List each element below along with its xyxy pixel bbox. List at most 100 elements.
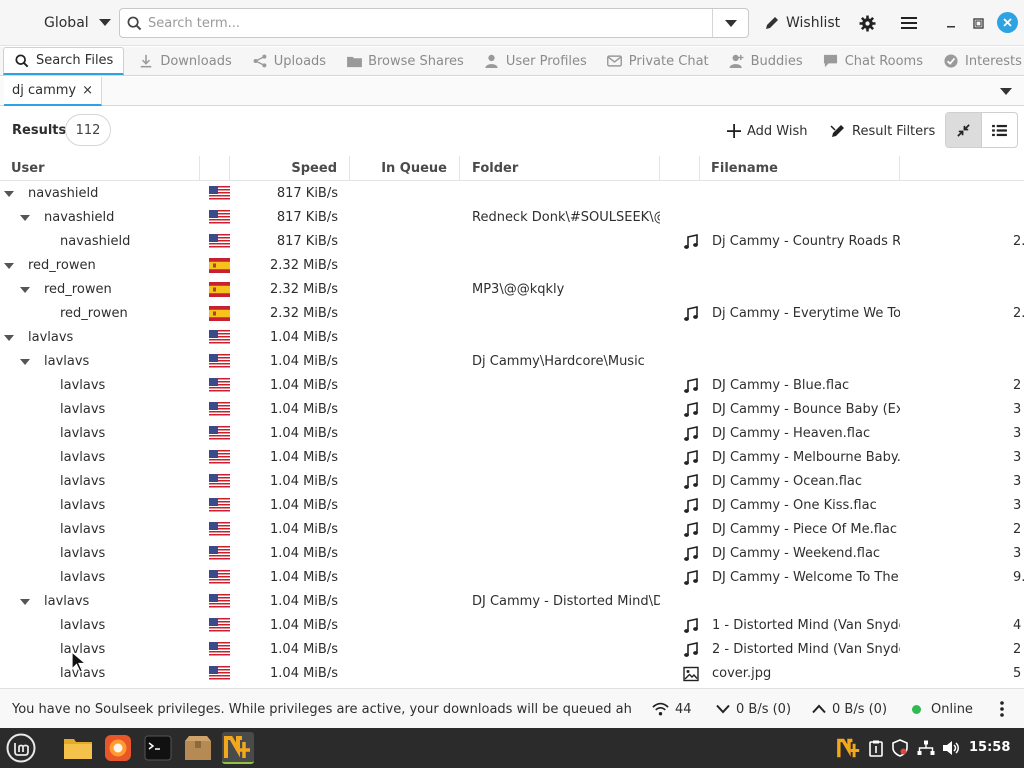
expander-triangle-icon[interactable] — [20, 215, 30, 221]
table-row[interactable]: navashield 817 KiB/s — [0, 182, 1024, 206]
column-header-in-queue[interactable]: In Queue — [350, 156, 460, 181]
row-filename: 2 - Distorted Mind (Van Snyder — [712, 642, 900, 657]
column-header-speed[interactable]: Speed — [230, 156, 350, 181]
gear-icon[interactable] — [852, 8, 882, 38]
nicotine-tray-icon[interactable] — [836, 736, 862, 760]
tab-search-files[interactable]: Search Files — [3, 47, 125, 75]
table-row[interactable]: lavlavs 1.04 MiB/s DJ Cammy - Distorted Mi… — [0, 590, 1024, 614]
column-header-file-type[interactable] — [660, 156, 700, 181]
table-row[interactable]: lavlavs 1.04 MiB/s DJ Cammy - Ocean.flac 3 — [0, 470, 1024, 494]
search-tab-dj-cammy[interactable]: dj cammy × — [4, 77, 103, 106]
column-header-user[interactable]: User — [0, 156, 200, 181]
table-row[interactable]: lavlavs 1.04 MiB/s DJ Cammy - Bounce Baby … — [0, 398, 1024, 422]
wishlist-button[interactable]: Wishlist — [764, 8, 840, 38]
search-history-dropdown[interactable] — [712, 9, 748, 37]
table-row[interactable]: lavlavs 1.04 MiB/s DJ Cammy - Melbourne Ba… — [0, 446, 1024, 470]
country-flag-icon — [209, 186, 230, 201]
taskbar-clock[interactable]: 15:58 — [969, 728, 1010, 768]
firefox-icon[interactable] — [102, 732, 134, 764]
archive-icon[interactable] — [182, 732, 214, 764]
table-row[interactable]: red_rowen 2.32 MiB/s MP3\@@kqkly — [0, 278, 1024, 302]
add-wish-button[interactable]: Add Wish — [727, 119, 808, 143]
hamburger-menu-icon[interactable] — [894, 8, 924, 38]
tab-uploads[interactable]: Uploads — [242, 47, 336, 75]
chevron-down-icon[interactable] — [1000, 88, 1012, 95]
more-options-icon[interactable] — [1000, 689, 1004, 729]
row-size: 3 — [1013, 498, 1022, 513]
close-icon[interactable]: × — [82, 83, 93, 98]
tab-user-profiles[interactable]: User Profiles — [474, 47, 597, 75]
country-flag-icon — [209, 210, 230, 225]
row-user: lavlavs — [28, 330, 74, 345]
country-flag-icon — [209, 354, 230, 369]
row-speed: 1.04 MiB/s — [270, 522, 338, 537]
row-size: 3 — [1013, 546, 1022, 561]
online-status-button[interactable]: Online — [912, 689, 973, 729]
country-flag-icon — [209, 330, 230, 345]
expander-triangle-icon[interactable] — [4, 263, 14, 269]
collapse-view-icon[interactable] — [946, 113, 982, 147]
table-row[interactable]: red_rowen 2.32 MiB/s — [0, 254, 1024, 278]
list-view-icon[interactable] — [982, 113, 1017, 147]
chevron-up-icon — [812, 704, 826, 714]
column-header-filename[interactable]: Filename — [700, 156, 900, 181]
table-row[interactable]: lavlavs 1.04 MiB/s 1 - Distorted Mind (Van… — [0, 614, 1024, 638]
connections-indicator[interactable]: 44 — [652, 689, 692, 729]
tab-buddies[interactable]: Buddies — [719, 47, 813, 75]
nicotine-icon[interactable] — [222, 732, 254, 764]
table-row[interactable]: navashield 817 KiB/s Redneck Donk\#SOULSEE… — [0, 206, 1024, 230]
minimize-icon[interactable] — [936, 8, 966, 38]
table-row[interactable]: lavlavs 1.04 MiB/s DJ Cammy - Blue.flac 2 — [0, 374, 1024, 398]
mint-menu-icon[interactable] — [5, 732, 37, 764]
tab-interests[interactable]: Interests — [933, 47, 1024, 75]
table-row[interactable]: lavlavs 1.04 MiB/s Dj Cammy\Hardcore\Music — [0, 350, 1024, 374]
upload-speed-indicator[interactable]: 0 B/s (0) — [812, 689, 887, 729]
download-speed-indicator[interactable]: 0 B/s (0) — [716, 689, 791, 729]
expander-triangle-icon[interactable] — [20, 599, 30, 605]
maximize-icon[interactable] — [963, 8, 993, 38]
tab-browse-shares[interactable]: Browse Shares — [336, 47, 474, 75]
search-tab-bar: dj cammy × — [0, 77, 1024, 106]
row-speed: 2.32 MiB/s — [270, 258, 338, 273]
table-row[interactable]: lavlavs 1.04 MiB/s DJ Cammy - Piece Of Me.… — [0, 518, 1024, 542]
table-row[interactable]: lavlavs 1.04 MiB/s DJ Cammy - Heaven.flac 3 — [0, 422, 1024, 446]
column-header-folder[interactable]: Folder — [460, 156, 660, 181]
row-speed: 817 KiB/s — [276, 210, 338, 225]
table-row[interactable]: red_rowen 2.32 MiB/s Dj Cammy - Everytime … — [0, 302, 1024, 326]
close-window-icon[interactable] — [997, 12, 1018, 33]
network-tray-icon[interactable] — [916, 738, 936, 758]
expander-triangle-icon[interactable] — [4, 335, 14, 341]
table-row[interactable]: lavlavs 1.04 MiB/s cover.jpg 5 — [0, 662, 1024, 686]
tab-label: Downloads — [160, 53, 232, 69]
table-row[interactable]: lavlavs 1.04 MiB/s — [0, 326, 1024, 350]
expander-triangle-icon[interactable] — [20, 287, 30, 293]
table-row[interactable]: lavlavs 1.04 MiB/s 2 - Distorted Mind (Van… — [0, 638, 1024, 662]
table-row[interactable]: lavlavs 1.04 MiB/s DJ Cammy - One Kiss.fla… — [0, 494, 1024, 518]
terminal-icon[interactable] — [142, 732, 174, 764]
files-icon[interactable] — [62, 732, 94, 764]
row-user: lavlavs — [60, 546, 106, 561]
tab-chat-rooms[interactable]: Chat Rooms — [813, 47, 933, 75]
search-input[interactable] — [148, 10, 712, 36]
shield-tray-icon[interactable] — [890, 738, 910, 758]
row-speed: 1.04 MiB/s — [270, 618, 338, 633]
row-size: 9. — [1013, 570, 1024, 585]
row-size: 5 — [1013, 666, 1022, 681]
country-flag-icon — [209, 234, 230, 249]
table-row[interactable]: lavlavs 1.04 MiB/s DJ Cammy - Weekend.flac… — [0, 542, 1024, 566]
tab-downloads[interactable]: Downloads — [128, 47, 241, 75]
volume-tray-icon[interactable] — [941, 738, 961, 758]
table-row[interactable]: lavlavs 1.04 MiB/s DJ Cammy - Welcome To T… — [0, 566, 1024, 590]
expander-triangle-icon[interactable] — [4, 191, 14, 197]
tab-label: Chat Rooms — [844, 53, 923, 69]
row-user: lavlavs — [44, 594, 90, 609]
results-column-header: User Speed In Queue Folder Filename — [0, 156, 1024, 181]
tab-private-chat[interactable]: Private Chat — [597, 47, 719, 75]
country-flag-icon — [209, 402, 230, 417]
search-scope-dropdown[interactable]: Global — [44, 8, 114, 38]
table-row[interactable]: navashield 817 KiB/s Dj Cammy - Country Ro… — [0, 230, 1024, 254]
clipboard-tray-icon[interactable] — [866, 738, 886, 758]
expander-triangle-icon[interactable] — [20, 359, 30, 365]
result-filters-button[interactable]: Result Filters — [830, 119, 935, 143]
column-header-country[interactable] — [200, 156, 230, 181]
